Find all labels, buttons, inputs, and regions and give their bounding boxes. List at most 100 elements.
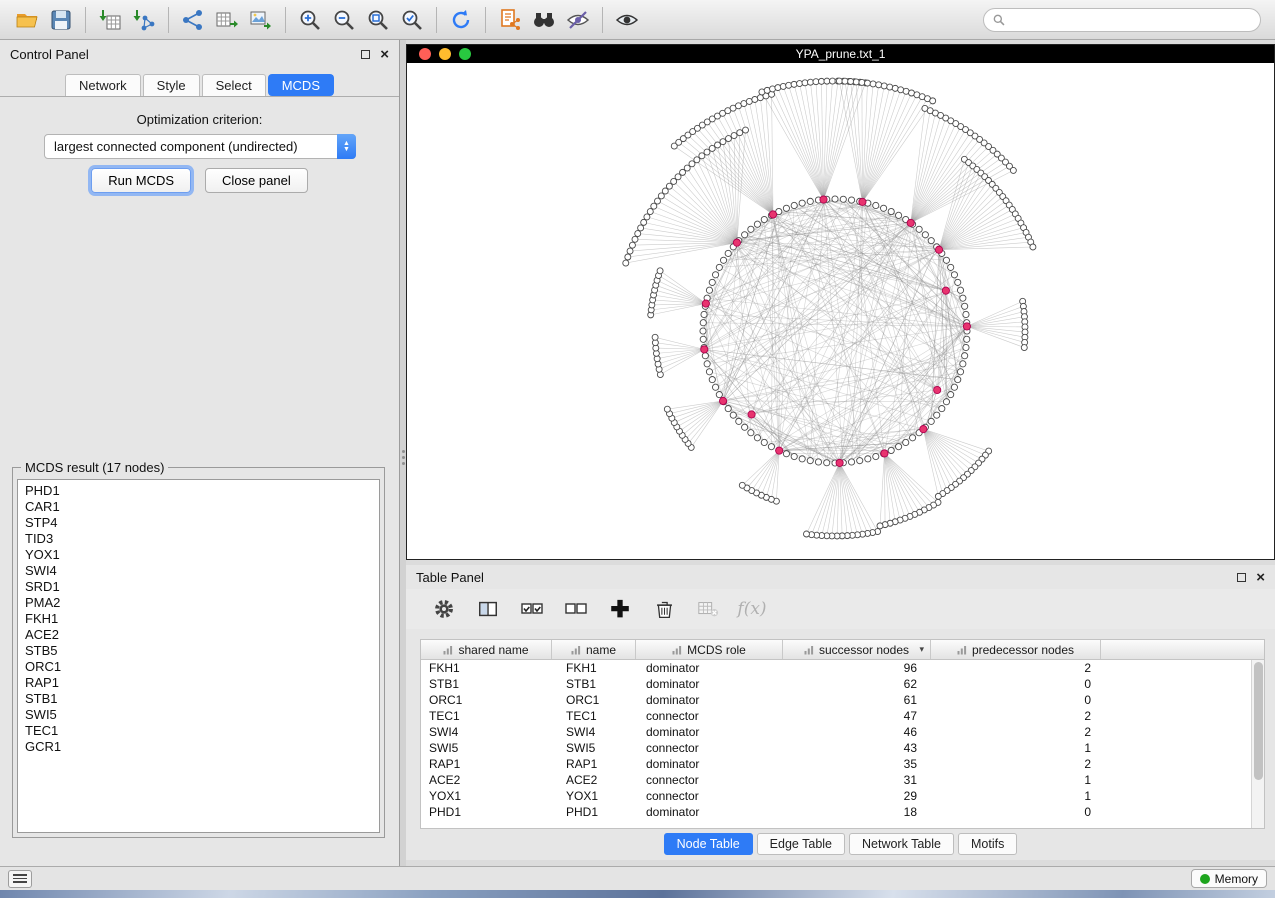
network-node[interactable]	[964, 336, 970, 342]
zoom-in-button[interactable]	[293, 5, 327, 35]
network-node[interactable]	[791, 453, 797, 459]
table-cell[interactable]: YOX1	[421, 788, 552, 804]
network-node[interactable]	[960, 295, 966, 301]
mcds-hub-node[interactable]	[934, 386, 941, 393]
mcds-hub-node[interactable]	[769, 211, 776, 218]
share-document-button[interactable]	[493, 5, 527, 35]
save-session-button[interactable]	[44, 5, 78, 35]
network-node[interactable]	[757, 95, 763, 101]
network-node[interactable]	[876, 82, 882, 88]
table-cell[interactable]: 35	[783, 756, 931, 772]
table-cell[interactable]: dominator	[636, 724, 783, 740]
mcds-hub-node[interactable]	[702, 300, 709, 307]
import-table-button[interactable]	[93, 5, 127, 35]
network-node[interactable]	[922, 232, 928, 238]
mcds-result-item[interactable]: CAR1	[25, 499, 379, 515]
table-cell[interactable]: TEC1	[552, 708, 636, 724]
network-node[interactable]	[725, 405, 731, 411]
criterion-select[interactable]: largest connected component (undirected)…	[44, 134, 356, 159]
network-node[interactable]	[709, 145, 715, 151]
mcds-hub-node[interactable]	[963, 323, 970, 330]
table-row[interactable]: TEC1TEC1connector472	[421, 708, 1264, 724]
table-cell[interactable]: 2	[931, 708, 1101, 724]
mcds-hub-node[interactable]	[719, 397, 726, 404]
mcds-result-item[interactable]: SWI4	[25, 563, 379, 579]
zoom-fit-button[interactable]	[361, 5, 395, 35]
network-node[interactable]	[754, 435, 760, 441]
network-node[interactable]	[629, 242, 635, 248]
tab-network[interactable]: Network	[65, 74, 141, 96]
refresh-layout-button[interactable]	[444, 5, 478, 35]
table-cell[interactable]: PHD1	[552, 804, 636, 820]
float-panel-icon[interactable]	[361, 50, 370, 59]
table-scrollbar[interactable]	[1251, 660, 1264, 829]
table-cell[interactable]: connector	[636, 788, 783, 804]
scrollbar-thumb[interactable]	[1254, 662, 1263, 780]
tab-node-table[interactable]: Node Table	[664, 833, 753, 855]
mcds-result-item[interactable]: RAP1	[25, 675, 379, 691]
table-cell[interactable]: SWI4	[552, 724, 636, 740]
network-node[interactable]	[842, 78, 848, 84]
table-cell[interactable]: 46	[783, 724, 931, 740]
table-row[interactable]: RAP1RAP1dominator352	[421, 756, 1264, 772]
network-node[interactable]	[730, 412, 736, 418]
table-cell[interactable]: ACE2	[552, 772, 636, 788]
mcds-hub-node[interactable]	[820, 196, 827, 203]
network-node[interactable]	[657, 268, 663, 274]
table-cell[interactable]: 96	[783, 660, 931, 676]
table-cell[interactable]: 31	[783, 772, 931, 788]
table-cell[interactable]: 47	[783, 708, 931, 724]
mcds-result-item[interactable]: PHD1	[25, 483, 379, 499]
mcds-hub-node[interactable]	[920, 425, 927, 432]
table-row[interactable]: SWI5SWI5connector431	[421, 740, 1264, 756]
network-node[interactable]	[888, 447, 894, 453]
table-row[interactable]: ACE2ACE2connector311	[421, 772, 1264, 788]
table-cell[interactable]: dominator	[636, 756, 783, 772]
network-node[interactable]	[635, 231, 641, 237]
network-node[interactable]	[928, 418, 934, 424]
table-cell[interactable]: PHD1	[421, 804, 552, 820]
network-node[interactable]	[748, 430, 754, 436]
network-node[interactable]	[700, 328, 706, 334]
network-node[interactable]	[943, 257, 949, 263]
network-node[interactable]	[704, 149, 710, 155]
network-node[interactable]	[700, 336, 706, 342]
network-node[interactable]	[963, 311, 969, 317]
table-settings-button[interactable]	[430, 595, 458, 623]
table-cell[interactable]: TEC1	[421, 708, 552, 724]
table-cell[interactable]: 29	[783, 788, 931, 804]
network-node[interactable]	[702, 353, 708, 359]
network-node[interactable]	[743, 127, 749, 133]
table-cell[interactable]: connector	[636, 740, 783, 756]
zoom-selected-button[interactable]	[395, 5, 429, 35]
table-cell[interactable]: ORC1	[421, 692, 552, 708]
mcds-hub-node[interactable]	[701, 346, 708, 353]
network-node[interactable]	[704, 361, 710, 367]
network-node[interactable]	[881, 83, 887, 89]
tab-style[interactable]: Style	[143, 74, 200, 96]
network-node[interactable]	[951, 384, 957, 390]
network-node[interactable]	[786, 82, 792, 88]
network-node[interactable]	[880, 205, 886, 211]
hide-selected-button[interactable]	[561, 5, 595, 35]
table-row[interactable]: STB1STB1dominator620	[421, 676, 1264, 692]
table-cell[interactable]: SWI5	[421, 740, 552, 756]
table-cell[interactable]: dominator	[636, 660, 783, 676]
network-node[interactable]	[948, 391, 954, 397]
table-cell[interactable]: SWI4	[421, 724, 552, 740]
network-node[interactable]	[761, 439, 767, 445]
table-cell[interactable]: 2	[931, 724, 1101, 740]
network-node[interactable]	[955, 376, 961, 382]
network-node[interactable]	[848, 197, 854, 203]
network-node[interactable]	[877, 523, 883, 529]
network-node[interactable]	[928, 238, 934, 244]
network-node[interactable]	[939, 405, 945, 411]
network-node[interactable]	[962, 303, 968, 309]
network-node[interactable]	[737, 130, 743, 136]
column-header-shared-name[interactable]: shared name	[421, 640, 552, 659]
network-node[interactable]	[957, 287, 963, 293]
network-node[interactable]	[1021, 345, 1027, 351]
network-canvas[interactable]	[407, 63, 1274, 559]
network-node[interactable]	[870, 81, 876, 87]
network-node[interactable]	[1030, 244, 1036, 250]
